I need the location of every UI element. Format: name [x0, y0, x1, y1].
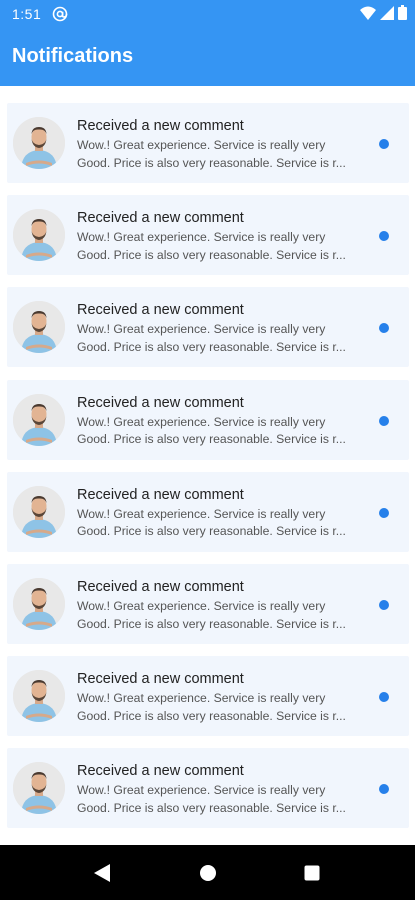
notification-title: Received a new comment: [77, 210, 244, 227]
avatar: [13, 578, 65, 630]
notification-message-line: Wow.! Great experience. Service is reall…: [77, 691, 326, 706]
unread-indicator-dot: [379, 415, 389, 426]
notification-title: Received a new comment: [77, 579, 244, 595]
notification-message: Wow.! Great experience. Service is reall…: [77, 506, 359, 541]
notification-title: Received a new comment: [77, 486, 244, 503]
avatar: [13, 762, 65, 815]
notification-message: Wow.! Great experience. Service is reall…: [77, 414, 359, 449]
notification-message-line: Good. Price is also very reasonable. Ser…: [77, 800, 346, 815]
notification-message-line: Good. Price is also very reasonable. Ser…: [77, 432, 346, 447]
notification-item[interactable]: Received a new comment Wow.! Great experi…: [7, 656, 409, 737]
notification-title: Received a new comment: [77, 302, 244, 319]
notification-message-line: Wow.! Great experience. Service is reall…: [77, 322, 326, 337]
notification-item[interactable]: Received a new comment Wow.! Great experi…: [7, 379, 409, 460]
unread-indicator-dot: [379, 784, 389, 795]
avatar: [13, 301, 65, 354]
notification-message-line: Good. Price is also very reasonable. Ser…: [77, 708, 346, 723]
battery-icon: [398, 5, 407, 25]
notification-message-line: Good. Price is also very reasonable. Ser…: [77, 339, 346, 354]
status-icons: [360, 5, 407, 25]
notification-item[interactable]: Received a new comment Wow.! Great experi…: [7, 103, 409, 183]
cellular-signal-icon: [380, 5, 394, 25]
unread-indicator-dot: [379, 507, 389, 518]
notification-message-line: Wow.! Great experience. Service is reall…: [77, 783, 326, 798]
notification-message-line: Wow.! Great experience. Service is reall…: [77, 506, 326, 521]
notification-message-line: Wow.! Great experience. Service is reall…: [77, 138, 326, 152]
notification-message: Wow.! Great experience. Service is reall…: [77, 321, 359, 356]
notification-title: Received a new comment: [77, 671, 244, 688]
notification-title: Received a new comment: [77, 118, 244, 134]
status-bar: 1:51: [0, 0, 415, 30]
notification-message: Wow.! Great experience. Service is reall…: [77, 229, 359, 264]
unread-indicator-dot: [379, 231, 389, 242]
home-icon: [200, 864, 216, 881]
notification-message: Wow.! Great experience. Service is reall…: [77, 782, 359, 817]
avatar: [13, 670, 65, 723]
notification-item[interactable]: Received a new comment Wow.! Great experi…: [7, 564, 409, 644]
notification-message-line: Good. Price is also very reasonable. Ser…: [77, 616, 346, 631]
notification-title: Received a new comment: [77, 394, 244, 411]
notification-item[interactable]: Received a new comment Wow.! Great experi…: [7, 748, 409, 829]
notification-item[interactable]: Received a new comment Wow.! Great experi…: [7, 195, 409, 276]
notification-message: Wow.! Great experience. Service is reall…: [77, 598, 359, 633]
unread-indicator-dot: [379, 139, 389, 149]
notification-message-line: Wow.! Great experience. Service is reall…: [77, 599, 326, 613]
notification-message-line: Wow.! Great experience. Service is reall…: [77, 230, 326, 245]
notification-message-line: Good. Price is also very reasonable. Ser…: [77, 524, 346, 539]
unread-indicator-dot: [379, 600, 389, 610]
status-time: 1:51: [12, 6, 42, 22]
unread-indicator-dot: [379, 323, 389, 334]
back-button[interactable]: [72, 845, 132, 900]
notification-list[interactable]: Received a new comment Wow.! Great experi…: [0, 86, 415, 845]
notification-message: Wow.! Great experience. Service is reall…: [77, 690, 359, 725]
avatar: [13, 393, 65, 446]
page-title: Notifications: [12, 45, 134, 67]
notification-message-line: Good. Price is also very reasonable. Ser…: [77, 247, 346, 262]
notification-title: Received a new comment: [77, 763, 244, 780]
app-bar: Notifications: [0, 30, 415, 86]
avatar: [13, 209, 65, 262]
avatar: [13, 485, 65, 538]
notification-message-line: Good. Price is also very reasonable. Ser…: [77, 155, 346, 170]
at-sign-icon: [52, 6, 68, 22]
notification-message-line: Wow.! Great experience. Service is reall…: [77, 414, 326, 429]
home-button[interactable]: [178, 845, 238, 900]
notification-item[interactable]: Received a new comment Wow.! Great experi…: [7, 471, 409, 552]
back-icon: [94, 863, 110, 882]
notification-message: Wow.! Great experience. Service is reall…: [77, 137, 359, 172]
notification-item[interactable]: Received a new comment Wow.! Great experi…: [7, 287, 409, 368]
recents-button[interactable]: [282, 845, 342, 900]
wifi-icon: [360, 6, 376, 25]
recents-icon: [304, 865, 320, 880]
navigation-bar: [0, 845, 415, 900]
unread-indicator-dot: [379, 692, 389, 703]
avatar: [13, 117, 65, 169]
